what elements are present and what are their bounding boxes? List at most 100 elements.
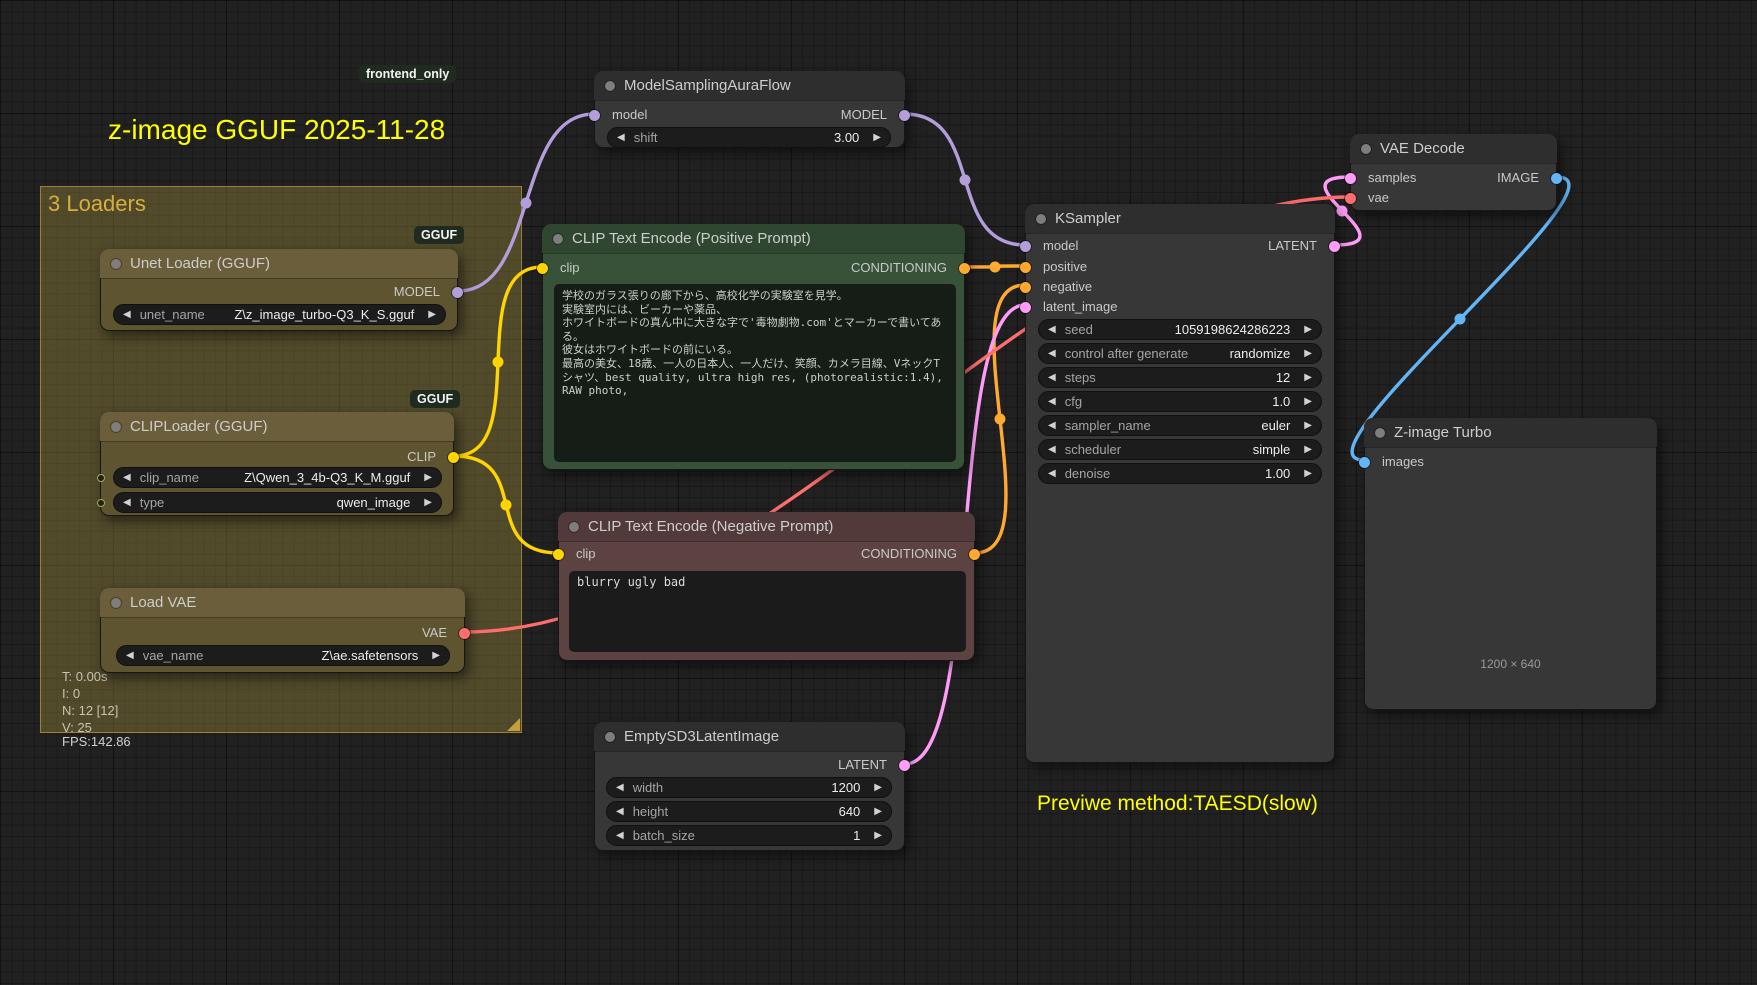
decrement-icon[interactable]: ◀ xyxy=(1048,372,1056,383)
collapse-dot-icon[interactable] xyxy=(111,598,121,608)
socket-conditioning-output[interactable] xyxy=(969,549,980,560)
decrement-icon[interactable]: ◀ xyxy=(616,806,624,817)
socket-images-input[interactable] xyxy=(1359,457,1370,468)
collapse-dot-icon[interactable] xyxy=(111,259,121,269)
decrement-icon[interactable]: ◀ xyxy=(617,132,625,143)
socket-model-input[interactable] xyxy=(1020,241,1031,252)
node-header[interactable]: CLIP Text Encode (Negative Prompt) xyxy=(558,512,975,541)
prev-option-icon[interactable]: ◀ xyxy=(1048,420,1056,431)
node-unet-loader-gguf[interactable]: Unet Loader (GGUF) MODEL ◀ unet_name Z\z… xyxy=(100,249,458,331)
increment-icon[interactable]: ▶ xyxy=(1304,396,1312,407)
widget-control-after-generate[interactable]: ◀ control after generate randomize ▶ xyxy=(1038,343,1322,364)
increment-icon[interactable]: ▶ xyxy=(873,132,881,143)
prompt-textarea[interactable]: 学校のガラス張りの廊下から、高校化学の実験室を見学。 実験室内には、ビーカーや薬… xyxy=(554,284,956,462)
socket-model-output[interactable] xyxy=(899,110,910,121)
widget-sampler-name[interactable]: ◀ sampler_name euler ▶ xyxy=(1038,415,1322,436)
node-header[interactable]: CLIPLoader (GGUF) xyxy=(100,412,454,441)
node-graph-canvas[interactable]: 3 Loaders T: 0.00s I: 0 N: 12 [12] V: 25… xyxy=(0,0,1757,985)
node-header[interactable]: KSampler xyxy=(1025,204,1335,233)
widget-input-socket[interactable] xyxy=(97,474,105,482)
collapse-dot-icon[interactable] xyxy=(569,522,579,532)
next-option-icon[interactable]: ▶ xyxy=(432,650,440,661)
node-clip-text-encode-negative[interactable]: CLIP Text Encode (Negative Prompt) clip … xyxy=(558,512,975,661)
decrement-icon[interactable]: ◀ xyxy=(1048,468,1056,479)
prev-option-icon[interactable]: ◀ xyxy=(123,497,131,508)
socket-clip-input[interactable] xyxy=(537,263,548,274)
socket-vae-input[interactable] xyxy=(1345,193,1356,204)
socket-conditioning-output[interactable] xyxy=(959,263,970,274)
node-header[interactable]: Z-image Turbo xyxy=(1364,418,1657,447)
next-option-icon[interactable]: ▶ xyxy=(1304,348,1312,359)
socket-latent-image-input[interactable] xyxy=(1020,302,1031,313)
widget-steps[interactable]: ◀ steps 12 ▶ xyxy=(1038,367,1322,388)
socket-latent-output[interactable] xyxy=(899,760,910,771)
socket-clip-input[interactable] xyxy=(553,549,564,560)
widget-unet-name[interactable]: ◀ unet_name Z\z_image_turbo-Q3_K_S.gguf … xyxy=(113,304,446,325)
increment-icon[interactable]: ▶ xyxy=(874,806,882,817)
node-header[interactable]: EmptySD3LatentImage xyxy=(594,722,905,751)
socket-image-output[interactable] xyxy=(1551,173,1562,184)
widget-denoise[interactable]: ◀ denoise 1.00 ▶ xyxy=(1038,463,1322,484)
next-option-icon[interactable]: ▶ xyxy=(424,497,432,508)
increment-icon[interactable]: ▶ xyxy=(874,830,882,841)
widget-vae-name[interactable]: ◀ vae_name Z\ae.safetensors ▶ xyxy=(116,645,450,666)
node-modelsamplingauraflow[interactable]: ModelSamplingAuraFlow model MODEL ◀ shif… xyxy=(594,71,905,148)
prev-option-icon[interactable]: ◀ xyxy=(126,650,134,661)
widget-cfg[interactable]: ◀ cfg 1.0 ▶ xyxy=(1038,391,1322,412)
increment-icon[interactable]: ▶ xyxy=(1304,468,1312,479)
prev-option-icon[interactable]: ◀ xyxy=(1048,348,1056,359)
widget-batch-size[interactable]: ◀ batch_size 1 ▶ xyxy=(606,825,892,846)
collapse-dot-icon[interactable] xyxy=(1036,214,1046,224)
socket-negative-input[interactable] xyxy=(1020,282,1031,293)
next-option-icon[interactable]: ▶ xyxy=(1304,420,1312,431)
increment-icon[interactable]: ▶ xyxy=(1304,372,1312,383)
next-option-icon[interactable]: ▶ xyxy=(428,309,436,320)
group-title[interactable]: 3 Loaders xyxy=(48,191,146,217)
socket-samples-input[interactable] xyxy=(1345,173,1356,184)
collapse-dot-icon[interactable] xyxy=(111,422,121,432)
collapse-dot-icon[interactable] xyxy=(605,81,615,91)
collapse-dot-icon[interactable] xyxy=(605,732,615,742)
decrement-icon[interactable]: ◀ xyxy=(1048,324,1056,335)
socket-model-output[interactable] xyxy=(452,287,463,298)
collapse-dot-icon[interactable] xyxy=(553,234,563,244)
node-emptysd3latentimage[interactable]: EmptySD3LatentImage LATENT ◀ width 1200 … xyxy=(594,722,905,851)
widget-input-socket[interactable] xyxy=(97,499,105,507)
node-ksampler[interactable]: KSampler model positive negative latent_… xyxy=(1025,204,1335,763)
prev-option-icon[interactable]: ◀ xyxy=(123,472,131,483)
widget-seed[interactable]: ◀ seed 1059198624286223 ▶ xyxy=(1038,319,1322,340)
increment-icon[interactable]: ▶ xyxy=(1304,324,1312,335)
next-option-icon[interactable]: ▶ xyxy=(424,472,432,483)
widget-height[interactable]: ◀ height 640 ▶ xyxy=(606,801,892,822)
socket-positive-input[interactable] xyxy=(1020,262,1031,273)
widget-scheduler[interactable]: ◀ scheduler simple ▶ xyxy=(1038,439,1322,460)
widget-shift[interactable]: ◀ shift 3.00 ▶ xyxy=(607,127,891,148)
node-clip-text-encode-positive[interactable]: CLIP Text Encode (Positive Prompt) clip … xyxy=(542,224,965,470)
widget-type[interactable]: ◀ type qwen_image ▶ xyxy=(113,492,442,513)
widget-width[interactable]: ◀ width 1200 ▶ xyxy=(606,777,892,798)
node-header[interactable]: VAE Decode xyxy=(1350,134,1557,163)
node-header[interactable]: Load VAE xyxy=(100,588,465,617)
next-option-icon[interactable]: ▶ xyxy=(1304,444,1312,455)
node-cliploader-gguf[interactable]: CLIPLoader (GGUF) CLIP ◀ clip_name Z\Qwe… xyxy=(100,412,454,516)
collapse-dot-icon[interactable] xyxy=(1361,144,1371,154)
socket-vae-output[interactable] xyxy=(459,628,470,639)
decrement-icon[interactable]: ◀ xyxy=(616,782,624,793)
increment-icon[interactable]: ▶ xyxy=(874,782,882,793)
prev-option-icon[interactable]: ◀ xyxy=(123,309,131,320)
socket-clip-output[interactable] xyxy=(448,452,459,463)
socket-latent-output[interactable] xyxy=(1329,241,1340,252)
socket-model-input[interactable] xyxy=(589,110,600,121)
widget-clip-name[interactable]: ◀ clip_name Z\Qwen_3_4b-Q3_K_M.gguf ▶ xyxy=(113,467,442,488)
node-z-image-turbo-preview[interactable]: Z-image Turbo images 1200 × 640 xyxy=(1364,418,1657,710)
decrement-icon[interactable]: ◀ xyxy=(616,830,624,841)
node-vae-decode[interactable]: VAE Decode samples vae IMAGE xyxy=(1350,134,1557,211)
prev-option-icon[interactable]: ◀ xyxy=(1048,444,1056,455)
node-header[interactable]: ModelSamplingAuraFlow xyxy=(594,71,905,100)
collapse-dot-icon[interactable] xyxy=(1375,428,1385,438)
prompt-textarea[interactable]: blurry ugly bad xyxy=(569,571,966,652)
group-resize-handle[interactable] xyxy=(507,718,520,731)
node-header[interactable]: Unet Loader (GGUF) xyxy=(100,249,458,278)
decrement-icon[interactable]: ◀ xyxy=(1048,396,1056,407)
node-load-vae[interactable]: Load VAE VAE ◀ vae_name Z\ae.safetensors… xyxy=(100,588,465,673)
